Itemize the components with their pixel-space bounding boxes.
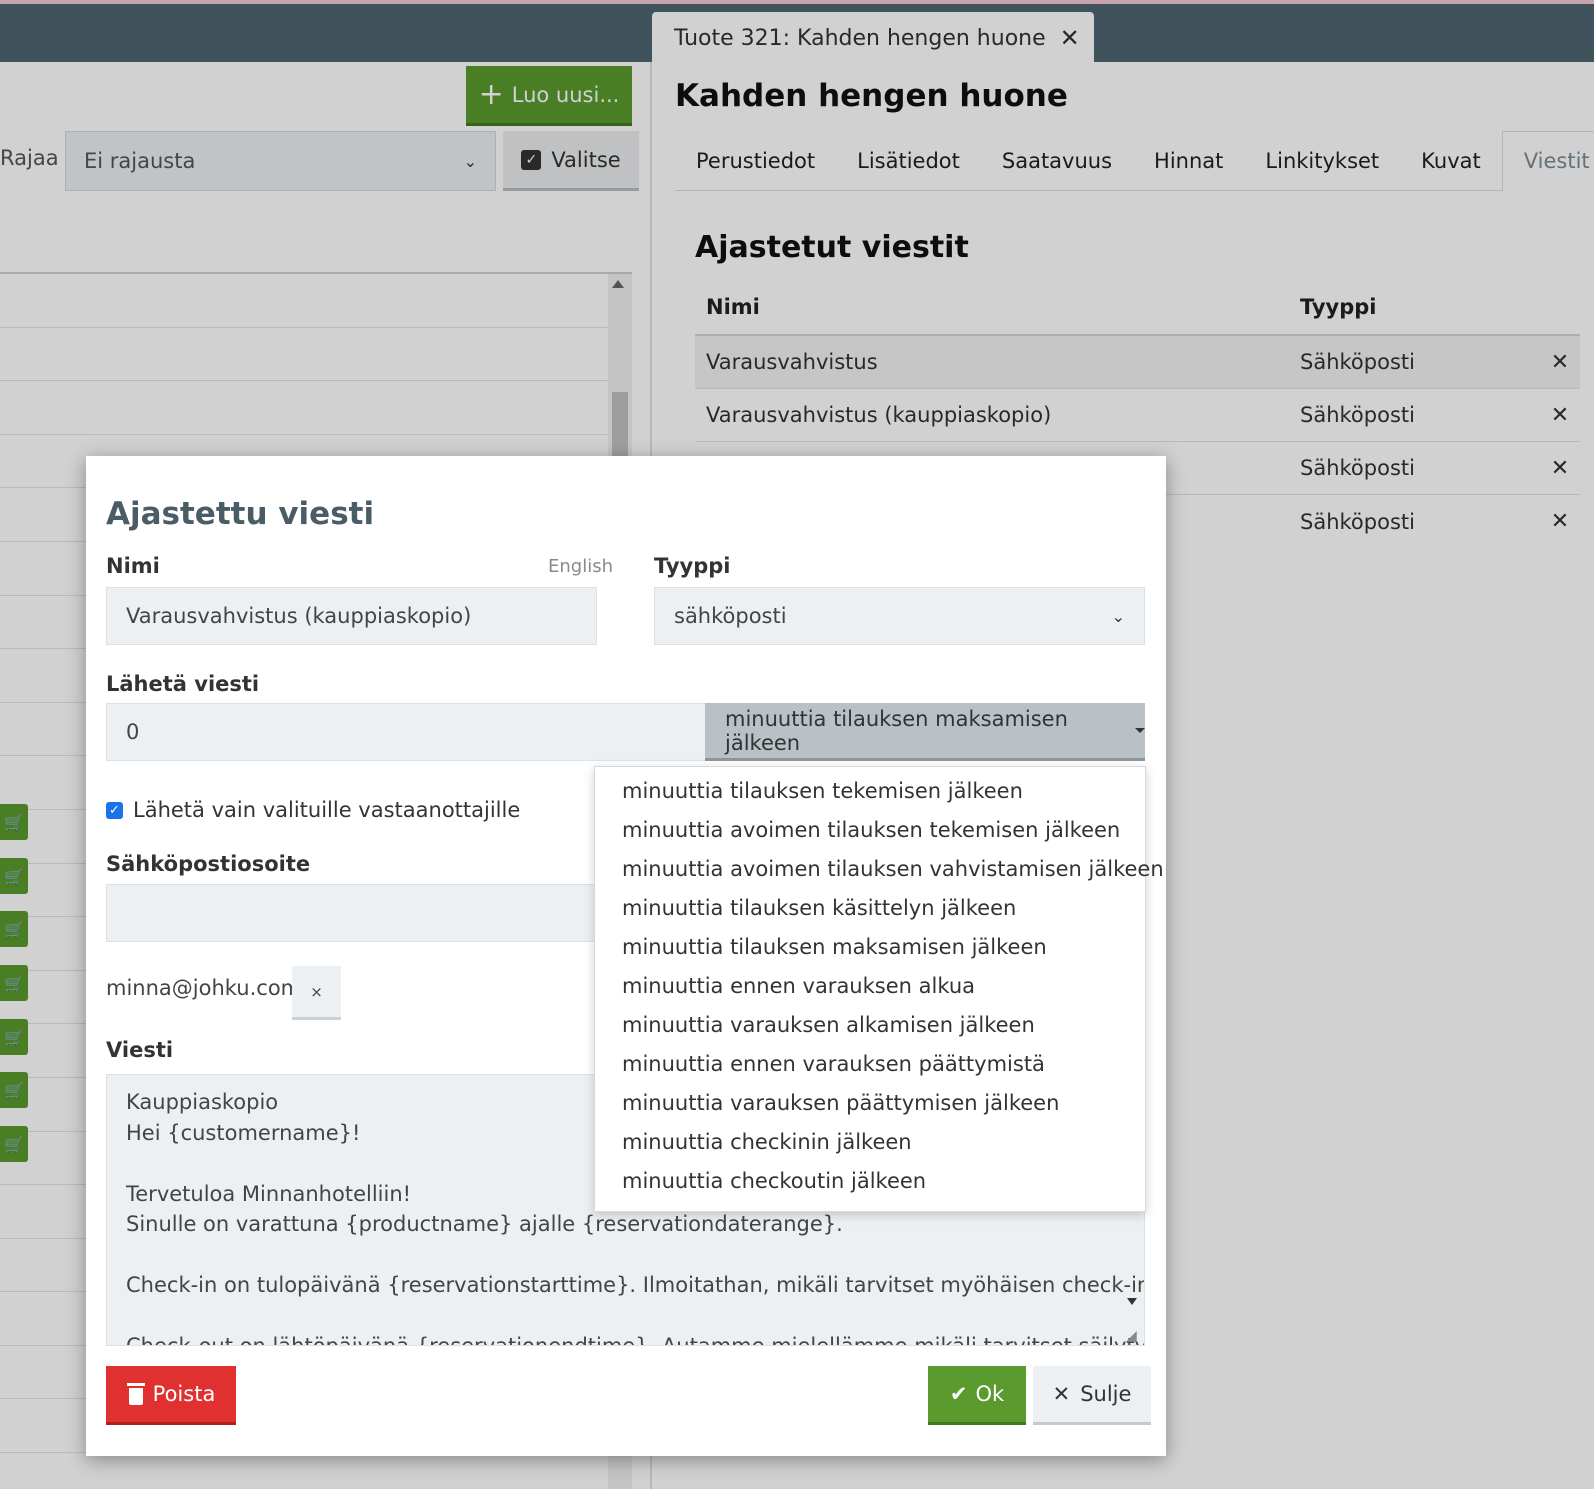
trash-icon: [126, 1383, 145, 1405]
dialog-title: Ajastettu viesti: [106, 496, 375, 532]
name-input[interactable]: Varausvahvistus (kauppiaskopio): [106, 587, 597, 645]
close-button-label: Sulje: [1080, 1382, 1132, 1406]
menu-item[interactable]: minuuttia tilauksen maksamisen jälkeen: [595, 927, 1145, 966]
chevron-down-icon: ⌄: [1111, 606, 1125, 626]
menu-item[interactable]: minuuttia checkoutin jälkeen: [595, 1161, 1145, 1200]
email-label: Sähköpostiosoite: [106, 852, 311, 876]
recipient-email: minna@johku.com: [106, 976, 302, 1000]
close-button[interactable]: ✕ Sulje: [1033, 1366, 1151, 1425]
name-language-link[interactable]: English: [548, 556, 613, 577]
message-line: [126, 1301, 1125, 1332]
delete-button[interactable]: Poista: [106, 1366, 236, 1425]
message-line: Sinulle on varattuna {productname} ajall…: [126, 1212, 843, 1236]
only-selected-row[interactable]: ✓ Lähetä vain valituille vastaanottajill…: [106, 798, 520, 822]
send-unit-value: minuuttia tilauksen maksamisen jälkeen: [725, 706, 1068, 755]
ok-button-label: Ok: [975, 1382, 1005, 1406]
menu-item[interactable]: minuuttia varauksen päättymisen jälkeen: [595, 1083, 1145, 1122]
name-label: Nimi: [106, 554, 160, 578]
ok-button[interactable]: ✔ Ok: [928, 1366, 1026, 1425]
send-minutes-value: 0: [126, 720, 140, 744]
resize-grip-icon[interactable]: ◢: [1126, 1328, 1137, 1344]
send-unit-menu: minuuttia tilauksen tekemisen jälkeen mi…: [594, 766, 1164, 1212]
caret-down-icon: [1135, 728, 1145, 733]
menu-item[interactable]: minuuttia ennen varauksen päättymistä: [595, 1044, 1145, 1083]
menu-item[interactable]: minuuttia avoimen tilauksen vahvistamise…: [595, 849, 1164, 888]
menu-item[interactable]: minuuttia checkinin jälkeen: [595, 1122, 1145, 1161]
menu-item[interactable]: minuuttia tilauksen tekemisen jälkeen: [595, 771, 1145, 810]
only-selected-checkbox[interactable]: ✓: [106, 801, 123, 819]
delete-button-label: Poista: [152, 1382, 216, 1406]
remove-recipient-button[interactable]: ×: [292, 966, 341, 1020]
message-line: Check-in on tulopäivänä {reservationstar…: [126, 1273, 1145, 1297]
type-select-value: sähköposti: [674, 604, 787, 628]
check-icon: ✔: [949, 1382, 968, 1406]
menu-item[interactable]: minuuttia tilauksen käsittelyn jälkeen: [595, 888, 1145, 927]
message-label: Viesti: [106, 1038, 174, 1062]
send-unit-dropdown-button[interactable]: minuuttia tilauksen maksamisen jälkeen: [705, 703, 1145, 761]
send-label: Lähetä viesti: [106, 672, 260, 696]
message-line: Check-out on lähtöpäivänä {reservationen…: [126, 1334, 1145, 1346]
only-selected-label: Lähetä vain valituille vastaanottajille: [133, 798, 521, 822]
menu-item[interactable]: minuuttia ennen varauksen alkua: [595, 966, 1145, 1005]
menu-item[interactable]: minuuttia avoimen tilauksen tekemisen jä…: [595, 810, 1145, 849]
menu-item[interactable]: minuuttia varauksen alkamisen jälkeen: [595, 1005, 1145, 1044]
textarea-scroll-down-icon[interactable]: [1127, 1298, 1137, 1305]
name-input-value: Varausvahvistus (kauppiaskopio): [126, 604, 472, 628]
message-line: [126, 1240, 1125, 1271]
send-minutes-input[interactable]: 0: [106, 703, 706, 761]
type-select[interactable]: sähköposti ⌄: [654, 587, 1145, 645]
type-label: Tyyppi: [654, 554, 731, 578]
close-icon: ✕: [1052, 1382, 1071, 1406]
